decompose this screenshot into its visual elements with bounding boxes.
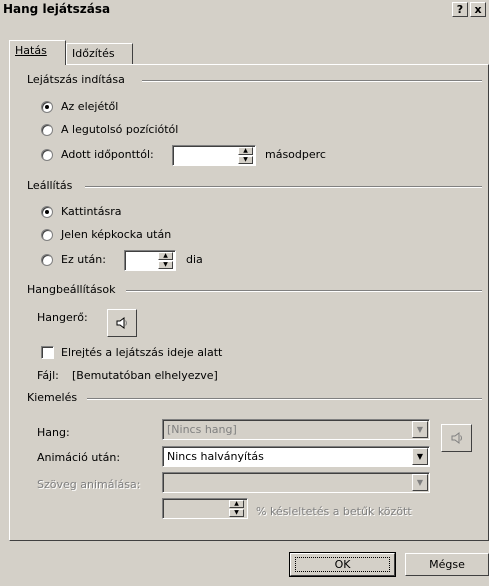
sound-settings-group-title: Hangbeállítások bbox=[27, 283, 119, 296]
window-title: Hang lejátszása bbox=[3, 2, 111, 16]
hide-while-playing-label: Elrejtés a lejátszás ideje alatt bbox=[61, 346, 223, 359]
cancel-button-label: Mégse bbox=[429, 558, 465, 571]
after-animation-label: Animáció után: bbox=[37, 451, 121, 464]
sound-label: Hang: bbox=[37, 426, 70, 439]
tab-idozites[interactable]: Időzítés bbox=[66, 43, 133, 65]
group-divider bbox=[142, 80, 482, 82]
volume-label: Hangerő: bbox=[37, 311, 88, 324]
group-divider bbox=[87, 398, 482, 400]
radio-from-time-label: Adott időponttól: bbox=[61, 148, 154, 161]
file-label: Fájl: bbox=[37, 369, 59, 382]
help-button[interactable]: ? bbox=[452, 2, 468, 17]
radio-from-last-position-label: A legutolsó pozíciótól bbox=[61, 123, 179, 136]
delay-label: % késleltetés a betűk között bbox=[256, 505, 412, 518]
ok-button[interactable]: OK bbox=[289, 552, 396, 577]
group-divider bbox=[126, 290, 482, 292]
tab-hatas-label: Hatás bbox=[15, 44, 47, 57]
animate-text-label: Szöveg animálása: bbox=[37, 478, 141, 491]
enhancements-group-title: Kiemelés bbox=[27, 391, 81, 404]
cancel-button[interactable]: Mégse bbox=[405, 553, 489, 576]
close-button[interactable]: x bbox=[470, 2, 486, 17]
radio-after-current-slide-label: Jelen képkocka után bbox=[61, 228, 172, 241]
tab-hatas[interactable]: Hatás bbox=[9, 40, 66, 65]
focus-ring bbox=[295, 557, 390, 572]
stop-group-title: Leállítás bbox=[27, 179, 76, 192]
file-value: [Bemutatóban elhelyezve] bbox=[72, 369, 218, 382]
tab-idozites-label: Időzítés bbox=[72, 47, 115, 60]
group-divider bbox=[85, 186, 482, 188]
radio-from-beginning-label: Az elejétől bbox=[61, 100, 119, 113]
radio-after-n-slides-label: Ez után: bbox=[61, 253, 106, 266]
seconds-unit: másodperc bbox=[265, 148, 326, 161]
start-group-title: Lejátszás indítása bbox=[27, 73, 128, 86]
radio-on-click-label: Kattintásra bbox=[61, 205, 122, 218]
slides-unit: dia bbox=[186, 253, 203, 266]
